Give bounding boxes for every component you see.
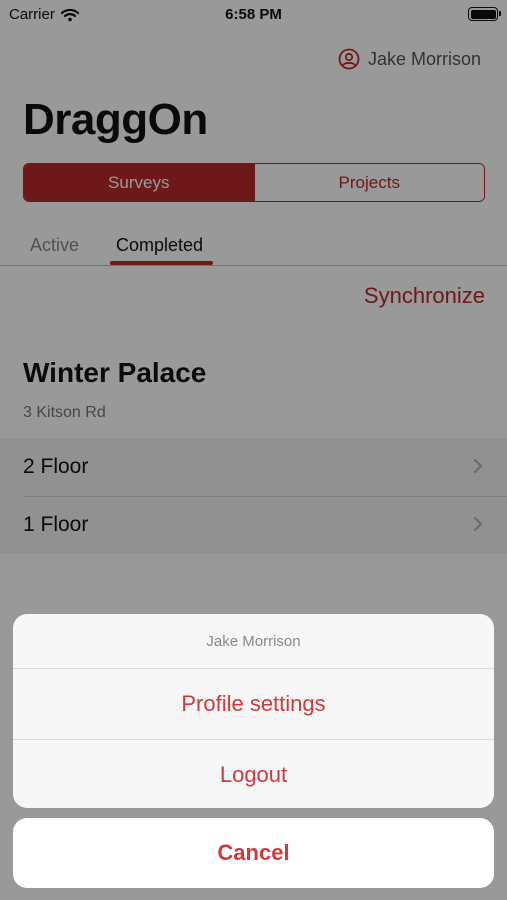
cancel-button[interactable]: Cancel	[13, 818, 494, 888]
action-sheet: Jake Morrison Profile settings Logout	[13, 614, 494, 808]
logout-button[interactable]: Logout	[13, 739, 494, 808]
profile-settings-button[interactable]: Profile settings	[13, 669, 494, 739]
action-sheet-title: Jake Morrison	[13, 614, 494, 669]
